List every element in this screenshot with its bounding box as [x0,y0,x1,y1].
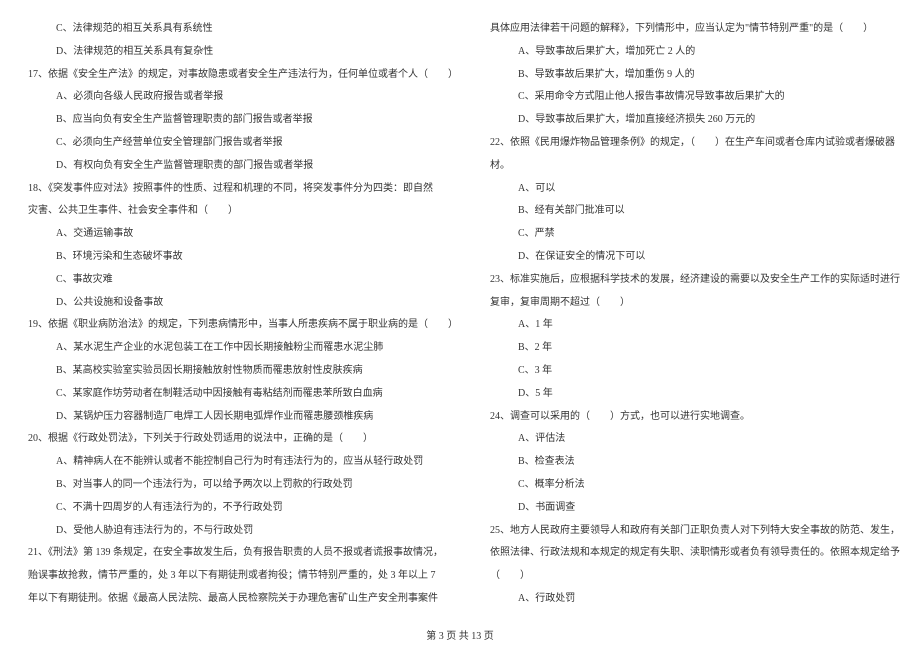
text-line: B、经有关部门批准可以 [490,200,900,223]
text-line: 依照法律、行政法规和本规定的规定有失职、渎职情形或者负有领导责任的。依照本规定给… [490,542,900,565]
page-content: C、法律规范的相互关系具有系统性D、法律规范的相互关系具有复杂性17、依据《安全… [28,18,892,612]
text-line: C、采用命令方式阻止他人报告事故情况导致事故后果扩大的 [490,86,900,109]
text-line: 17、依据《安全生产法》的规定，对事故隐患或者安全生产违法行为，任何单位或者个人… [28,64,458,87]
text-line: 19、依据《职业病防治法》的规定，下列患病情形中，当事人所患疾病不属于职业病的是… [28,314,458,337]
text-line: 25、地方人民政府主要领导人和政府有关部门正职负责人对下列特大安全事故的防范、发… [490,520,900,543]
text-line: D、5 年 [490,383,900,406]
text-line: D、有权向负有安全生产监督管理职责的部门报告或者举报 [28,155,458,178]
text-line: 20、根据《行政处罚法》，下列关于行政处罚适用的说法中，正确的是（ ） [28,428,458,451]
text-line: 23、标准实施后，应根据科学技术的发展，经济建设的需要以及安全生产工作的实际适时… [490,269,900,292]
text-line: A、必须向各级人民政府报告或者举报 [28,86,458,109]
text-line: A、可以 [490,178,900,201]
page-footer: 第 3 页 共 13 页 [0,627,920,642]
text-line: C、事故灾难 [28,269,458,292]
text-line: A、行政处罚 [490,588,900,611]
text-line: 复审，复审周期不超过（ ） [490,292,900,315]
text-line: 18、《突发事件应对法》按照事件的性质、过程和机理的不同，将突发事件分为四类：即… [28,178,458,201]
text-line: D、法律规范的相互关系具有复杂性 [28,41,458,64]
text-line: B、应当向负有安全生产监督管理职责的部门报告或者举报 [28,109,458,132]
text-line: D、受他人胁迫有违法行为的，不与行政处罚 [28,520,458,543]
text-line: 22、依照《民用爆炸物品管理条例》的规定，（ ）在生产车间或者仓库内试验或者爆破… [490,132,900,155]
text-line: C、必须向生产经营单位安全管理部门报告或者举报 [28,132,458,155]
left-column: C、法律规范的相互关系具有系统性D、法律规范的相互关系具有复杂性17、依据《安全… [28,18,458,612]
text-line: B、2 年 [490,337,900,360]
text-line: A、精神病人在不能辨认或者不能控制自己行为时有违法行为的，应当从轻行政处罚 [28,451,458,474]
text-line: A、评估法 [490,428,900,451]
text-line: 具体应用法律若干问题的解释》，下列情形中，应当认定为"情节特别严重"的是（ ） [490,18,900,41]
text-line: （ ） [490,565,900,588]
text-line: 21、《刑法》第 139 条规定，在安全事故发生后，负有报告职责的人员不报或者谎… [28,542,458,565]
text-line: 贻误事故抢救，情节严重的，处 3 年以下有期徒刑或者拘役；情节特别严重的，处 3… [28,565,458,588]
text-line: 24、调查可以采用的（ ）方式，也可以进行实地调查。 [490,406,900,429]
text-line: B、环境污染和生态破坏事故 [28,246,458,269]
text-line: C、法律规范的相互关系具有系统性 [28,18,458,41]
text-line: D、某锅炉压力容器制造厂电焊工人因长期电弧焊作业而罹患腰颈椎疾病 [28,406,458,429]
text-line: A、交通运输事故 [28,223,458,246]
text-line: A、某水泥生产企业的水泥包装工在工作中因长期接触粉尘而罹患水泥尘肺 [28,337,458,360]
text-line: A、1 年 [490,314,900,337]
text-line: 年以下有期徒刑。依据《最高人民法院、最高人民检察院关于办理危害矿山生产安全刑事案… [28,588,458,611]
text-line: D、导致事故后果扩大，增加直接经济损失 260 万元的 [490,109,900,132]
text-line: B、对当事人的同一个违法行为，可以给予两次以上罚款的行政处罚 [28,474,458,497]
text-line: B、导致事故后果扩大，增加重伤 9 人的 [490,64,900,87]
text-line: 灾害、公共卫生事件、社会安全事件和（ ） [28,200,458,223]
text-line: D、书面调查 [490,497,900,520]
text-line: B、检查表法 [490,451,900,474]
text-line: C、某家庭作坊劳动者在制鞋活动中因接触有毒粘结剂而罹患苯所致白血病 [28,383,458,406]
text-line: 材。 [490,155,900,178]
text-line: B、某高校实验室实验员因长期接触放射性物质而罹患放射性皮肤疾病 [28,360,458,383]
text-line: C、概率分析法 [490,474,900,497]
text-line: C、不满十四周岁的人有违法行为的，不予行政处罚 [28,497,458,520]
text-line: D、公共设施和设备事故 [28,292,458,315]
text-line: D、在保证安全的情况下可以 [490,246,900,269]
right-column: 具体应用法律若干问题的解释》，下列情形中，应当认定为"情节特别严重"的是（ ）A… [490,18,900,612]
text-line: A、导致事故后果扩大，增加死亡 2 人的 [490,41,900,64]
text-line: C、3 年 [490,360,900,383]
text-line: C、严禁 [490,223,900,246]
